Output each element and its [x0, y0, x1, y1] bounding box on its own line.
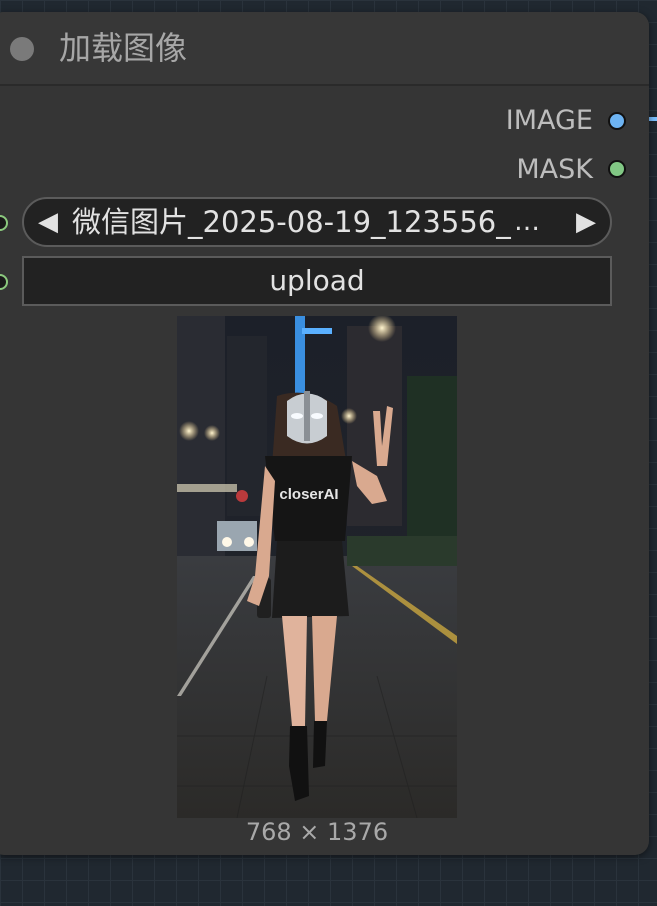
collapse-toggle-icon[interactable] — [10, 37, 34, 61]
input-slot-upload-icon[interactable] — [0, 274, 8, 290]
image-select-combo[interactable]: ◀ 微信图片_2025-08-19_123556_ … ▶ — [22, 197, 612, 247]
output-slot-mask-icon[interactable] — [608, 160, 626, 178]
image-preview: closerAI — [177, 316, 457, 818]
output-label-mask: MASK — [516, 154, 593, 185]
output-label-image: IMAGE — [505, 105, 593, 136]
input-slot-image-icon[interactable] — [0, 215, 8, 231]
upload-button[interactable]: upload — [22, 256, 612, 306]
filename-ellipsis: … — [514, 207, 540, 237]
output-slot-image-icon[interactable] — [608, 112, 626, 130]
shirt-text: closerAI — [279, 486, 338, 503]
image-dimensions: 768 × 1376 — [245, 818, 389, 846]
next-arrow-icon[interactable]: ▶ — [576, 203, 596, 241]
node-title: 加载图像 — [59, 29, 188, 67]
previous-arrow-icon[interactable]: ◀ — [38, 203, 58, 241]
node-header[interactable]: 加载图像 — [0, 12, 649, 86]
preview-photo: closerAI — [177, 316, 457, 818]
image-filename-value: 微信图片_2025-08-19_123556_ — [72, 205, 511, 239]
load-image-node[interactable]: 加载图像 IMAGE MASK ◀ 微信图片_2025-08-19_123556… — [0, 12, 649, 855]
